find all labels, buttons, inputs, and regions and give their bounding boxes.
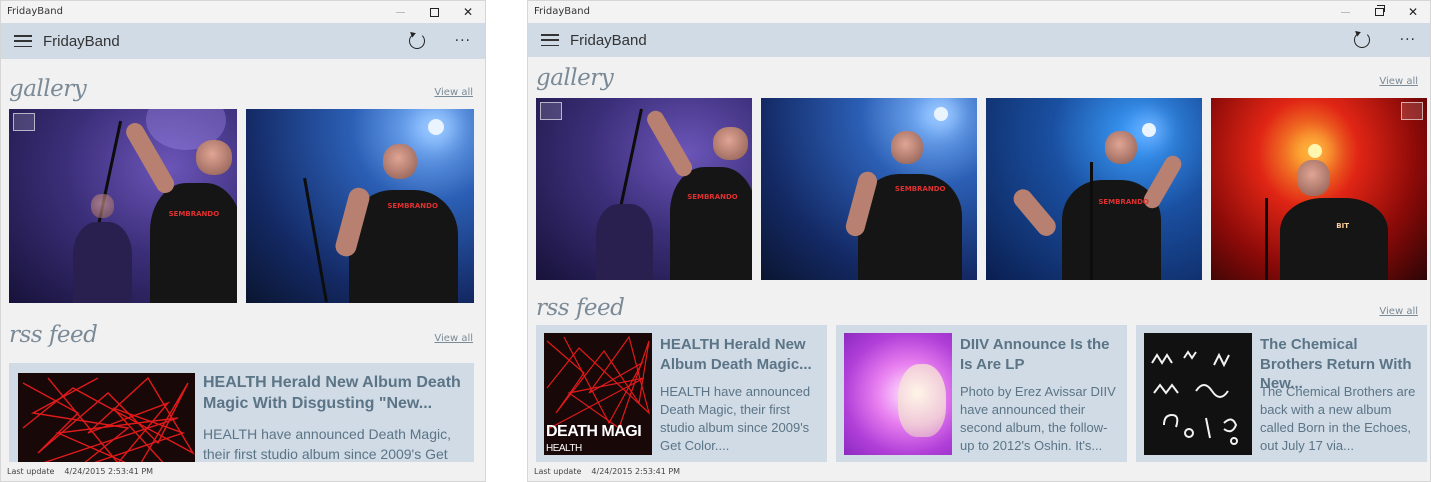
restore-button[interactable] xyxy=(1362,1,1396,23)
app-title: FridayBand xyxy=(570,31,647,49)
hamburger-icon[interactable] xyxy=(14,35,32,47)
rss-card-summary: HEALTH have announced Death Magic, their… xyxy=(660,384,811,453)
screenshot-stage: FridayBand ✕ FridayBand ··· gallery View… xyxy=(0,0,1431,482)
minimize-icon xyxy=(395,11,405,13)
rss-card-title: DIIV Announce Is the Is Are LP xyxy=(960,336,1110,373)
more-icon[interactable]: ··· xyxy=(1400,32,1416,48)
gallery-header: gallery View all xyxy=(1,59,485,106)
status-label: Last update xyxy=(7,467,55,476)
thumbnail-subtext: HEALTH xyxy=(546,443,582,454)
watermark-logo xyxy=(540,102,562,120)
watermark-logo xyxy=(1401,102,1423,120)
rss-card-thumbnail xyxy=(18,373,195,473)
status-bar: Last update 4/24/2015 2:53:41 PM xyxy=(1,462,485,481)
window-title: FridayBand xyxy=(534,6,590,17)
app-window-narrow: FridayBand ✕ FridayBand ··· gallery View… xyxy=(0,0,486,482)
app-bar: FridayBand ··· xyxy=(528,23,1430,57)
gallery-view-all-link[interactable]: View all xyxy=(434,87,473,98)
close-icon: ✕ xyxy=(1407,5,1419,19)
maximize-button[interactable] xyxy=(417,1,451,23)
gallery-strip: SEMBRANDO SEMBRANDO SEMBRANDO BIT xyxy=(528,95,1430,288)
gallery-view-all-link[interactable]: View all xyxy=(1379,76,1418,87)
rss-card[interactable]: DEATH MAGI HEALTH HEALTH Herald New Albu… xyxy=(536,325,827,463)
rss-card-thumbnail xyxy=(1144,333,1252,455)
status-bar: Last update 4/24/2015 2:53:41 PM xyxy=(528,462,1430,481)
close-button[interactable]: ✕ xyxy=(1396,1,1430,23)
rss-card-summary: The Chemical Brothers are back with a ne… xyxy=(1260,384,1416,453)
glyph-pattern-art xyxy=(1151,350,1238,445)
more-icon[interactable]: ··· xyxy=(455,33,471,49)
rss-header: rss feed View all xyxy=(1,306,485,352)
window-title: FridayBand xyxy=(7,6,63,17)
rss-card[interactable]: HEALTH Herald New Album Death Magic With… xyxy=(9,363,474,473)
rss-header: rss feed View all xyxy=(528,288,1430,325)
watermark-logo xyxy=(13,113,35,131)
app-window-wide: FridayBand ✕ FridayBand ··· gallery View… xyxy=(527,0,1431,482)
status-label: Last update xyxy=(534,467,582,476)
close-button[interactable]: ✕ xyxy=(451,1,485,23)
thumbnail-text: DEATH MAGI xyxy=(546,423,642,440)
app-bar: FridayBand ··· xyxy=(1,23,485,59)
restore-icon xyxy=(1374,5,1385,16)
gallery-photo[interactable]: SEMBRANDO xyxy=(986,98,1202,280)
rss-card[interactable]: The Chemical Brothers Return With New...… xyxy=(1136,325,1427,463)
gallery-strip: SEMBRANDO SEMBRANDO xyxy=(1,106,485,306)
close-icon: ✕ xyxy=(462,5,474,19)
abstract-art xyxy=(22,376,195,469)
gallery-photo[interactable]: SEMBRANDO xyxy=(761,98,977,280)
maximize-icon xyxy=(429,7,439,17)
rss-card-title: HEALTH Herald New Album Death Magic... xyxy=(660,336,812,373)
refresh-icon[interactable] xyxy=(1353,32,1370,48)
gallery-photo[interactable]: SEMBRANDO xyxy=(9,109,237,303)
status-timestamp: 4/24/2015 2:53:41 PM xyxy=(591,467,681,476)
refresh-icon[interactable] xyxy=(408,33,425,49)
rss-view-all-link[interactable]: View all xyxy=(1379,306,1418,317)
rss-view-all-link[interactable]: View all xyxy=(434,333,473,344)
gallery-title: gallery xyxy=(9,76,87,102)
gallery-title: gallery xyxy=(536,65,614,91)
hamburger-icon[interactable] xyxy=(541,34,559,46)
title-bar: FridayBand ✕ xyxy=(528,1,1430,23)
rss-card[interactable]: DIIV Announce Is the Is Are LP Photo by … xyxy=(836,325,1127,463)
minimize-button[interactable] xyxy=(1328,1,1362,23)
window-controls: ✕ xyxy=(1328,1,1430,23)
rss-card-summary: Photo by Erez Avissar DIIV have announce… xyxy=(960,384,1116,453)
gallery-photo[interactable]: SEMBRANDO xyxy=(536,98,752,280)
status-timestamp: 4/24/2015 2:53:41 PM xyxy=(64,467,154,476)
rss-card-thumbnail xyxy=(844,333,952,455)
rss-card-thumbnail: DEATH MAGI HEALTH xyxy=(544,333,652,455)
app-title: FridayBand xyxy=(43,32,120,50)
rss-title: rss feed xyxy=(536,295,625,321)
gallery-header: gallery View all xyxy=(528,57,1430,95)
minimize-button[interactable] xyxy=(383,1,417,23)
window-controls: ✕ xyxy=(383,1,485,23)
gallery-photo[interactable]: BIT xyxy=(1211,98,1427,280)
rss-card-title: HEALTH Herald New Album Death Magic With… xyxy=(203,374,461,412)
title-bar: FridayBand ✕ xyxy=(1,1,485,23)
minimize-icon xyxy=(1340,11,1350,13)
rss-title: rss feed xyxy=(9,322,98,348)
gallery-photo[interactable]: SEMBRANDO xyxy=(246,109,474,303)
